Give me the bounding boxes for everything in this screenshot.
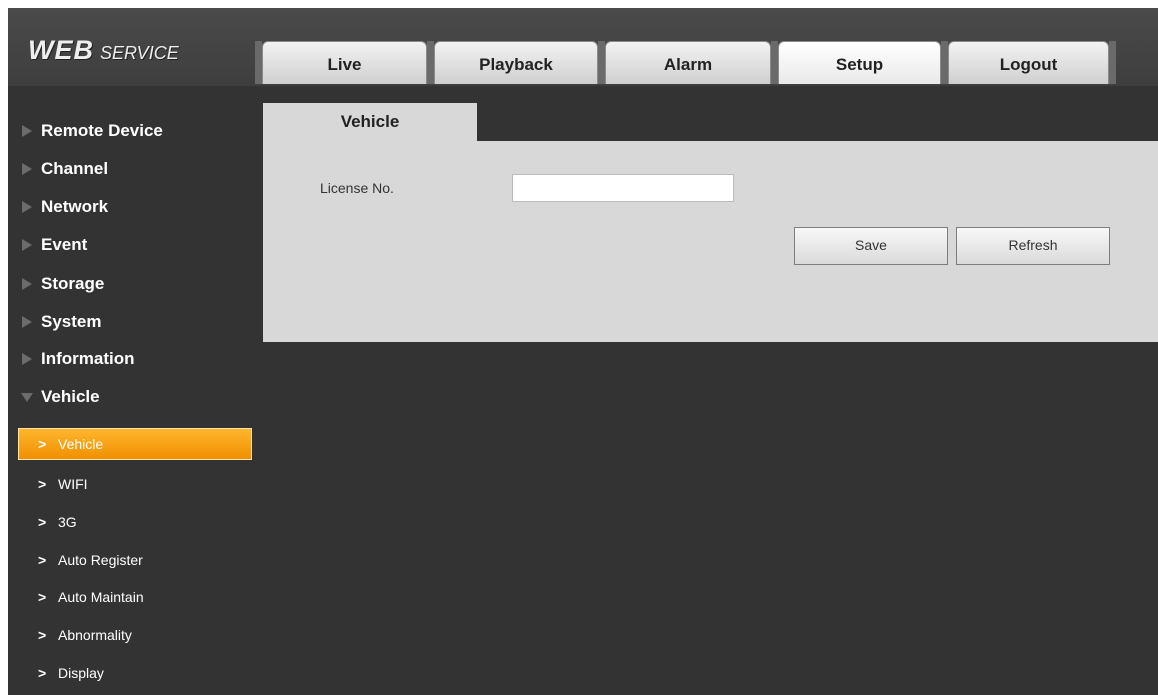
- sidebar-item-label: Storage: [41, 274, 105, 293]
- tab-setup[interactable]: Setup: [778, 41, 941, 84]
- sidebar-item-label: Vehicle: [41, 387, 100, 406]
- sidebar-item-vehicle[interactable]: Vehicle: [8, 382, 262, 412]
- brand-logo: WEB SERVICE: [28, 35, 179, 66]
- chevron-right-icon: >: [38, 552, 47, 568]
- tab-separator: [941, 41, 948, 84]
- tab-separator: [427, 41, 434, 84]
- sidebar-item-network[interactable]: Network: [8, 192, 262, 222]
- triangle-right-icon: [22, 239, 32, 251]
- sidebar-item-storage[interactable]: Storage: [8, 269, 262, 299]
- sidebar-subitem-label: 3G: [58, 514, 77, 530]
- sidebar-subitem-label: Abnormality: [58, 627, 132, 643]
- chevron-right-icon: >: [38, 514, 47, 530]
- sidebar-subitem-abnormality[interactable]: > Abnormality: [18, 621, 252, 649]
- sidebar-item-label: Network: [41, 197, 109, 216]
- tab-live[interactable]: Live: [262, 41, 427, 84]
- refresh-button[interactable]: Refresh: [956, 227, 1110, 265]
- triangle-right-icon: [22, 278, 32, 290]
- brand-word-web: WEB: [28, 35, 94, 65]
- tab-separator: [1109, 41, 1116, 84]
- sidebar: Remote Device Channel Network Event Stor…: [8, 86, 261, 695]
- sidebar-item-system[interactable]: System: [8, 307, 262, 337]
- brand-word-service: SERVICE: [100, 43, 179, 63]
- chevron-right-icon: >: [38, 627, 47, 643]
- triangle-right-icon: [22, 353, 32, 365]
- app-window: WEB SERVICE Live Playback Alarm Setup Log…: [8, 8, 1158, 695]
- sidebar-subitem-label: Vehicle: [58, 436, 104, 452]
- triangle-down-icon: [21, 393, 33, 402]
- sidebar-item-label: Channel: [41, 159, 109, 178]
- license-no-input[interactable]: [512, 174, 734, 202]
- triangle-right-icon: [22, 125, 32, 137]
- tab-logout[interactable]: Logout: [948, 41, 1109, 84]
- sidebar-item-channel[interactable]: Channel: [8, 154, 262, 184]
- sidebar-item-remote-device[interactable]: Remote Device: [8, 116, 262, 146]
- sidebar-subitem-auto-maintain[interactable]: > Auto Maintain: [18, 583, 252, 611]
- sidebar-subitem-label: Display: [58, 665, 104, 681]
- sidebar-subitem-label: Auto Register: [58, 552, 143, 568]
- triangle-right-icon: [22, 163, 32, 175]
- sidebar-subitem-vehicle[interactable]: > Vehicle: [18, 428, 252, 460]
- triangle-right-icon: [22, 316, 32, 328]
- chevron-right-icon: >: [38, 589, 47, 605]
- sidebar-subitem-display[interactable]: > Display: [18, 659, 252, 687]
- tab-alarm[interactable]: Alarm: [605, 41, 771, 84]
- tab-separator: [771, 41, 778, 84]
- sidebar-subitem-auto-register[interactable]: > Auto Register: [18, 546, 252, 574]
- chevron-right-icon: >: [38, 665, 47, 681]
- sidebar-subitem-wifi[interactable]: > WIFI: [18, 470, 252, 498]
- chevron-right-icon: >: [38, 476, 47, 492]
- save-button[interactable]: Save: [794, 227, 948, 265]
- sidebar-subitem-label: Auto Maintain: [58, 589, 144, 605]
- header-bar: WEB SERVICE Live Playback Alarm Setup Log…: [8, 8, 1158, 86]
- tab-separator: [598, 41, 605, 84]
- sidebar-item-label: Remote Device: [41, 121, 163, 140]
- sidebar-item-label: System: [41, 312, 102, 331]
- sidebar-item-information[interactable]: Information: [8, 344, 262, 374]
- sidebar-subitem-3g[interactable]: > 3G: [18, 508, 252, 536]
- sidebar-item-label: Information: [41, 349, 135, 368]
- triangle-right-icon: [22, 201, 32, 213]
- sidebar-subitem-label: WIFI: [58, 476, 88, 492]
- license-no-label: License No.: [320, 180, 394, 196]
- content-tab-vehicle[interactable]: Vehicle: [263, 103, 477, 141]
- sidebar-item-event[interactable]: Event: [8, 230, 262, 260]
- tab-separator: [255, 41, 262, 84]
- tab-playback[interactable]: Playback: [434, 41, 598, 84]
- sidebar-item-label: Event: [41, 235, 88, 254]
- vehicle-settings-panel: License No. Save Refresh: [263, 141, 1158, 342]
- chevron-right-icon: >: [38, 436, 47, 452]
